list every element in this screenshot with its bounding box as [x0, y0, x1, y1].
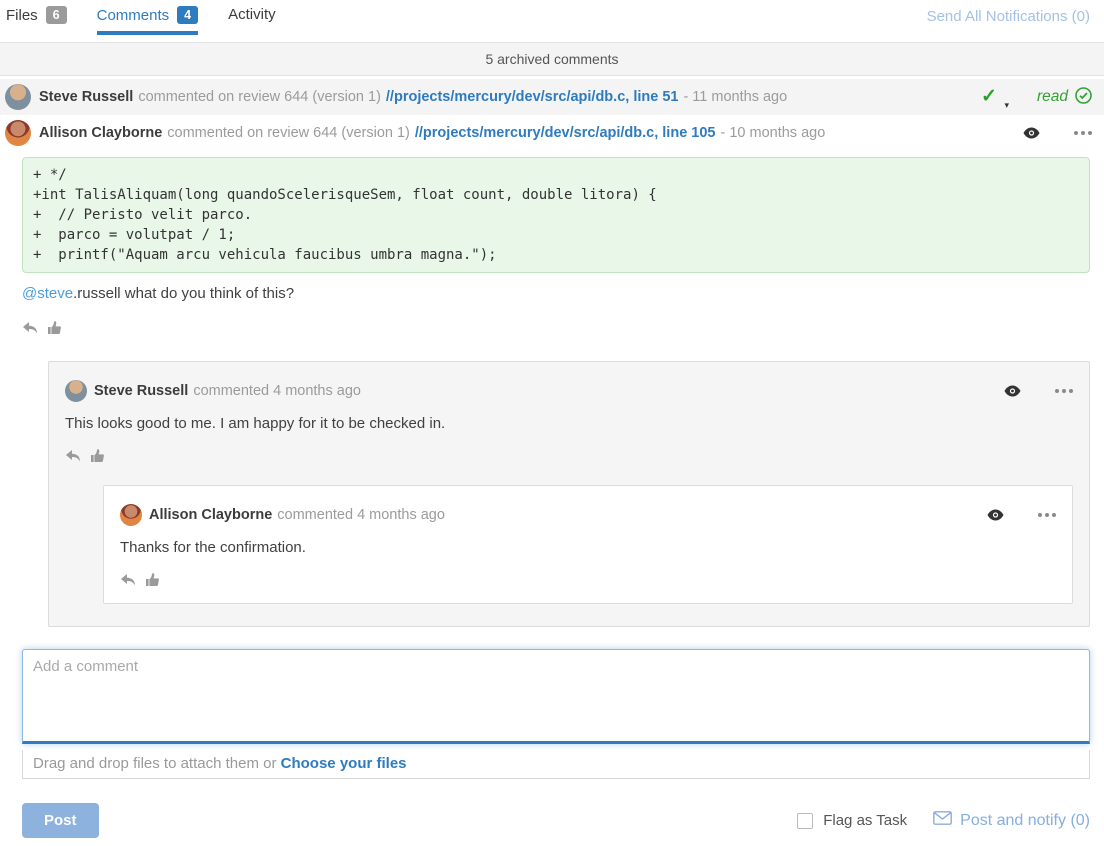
file-dropzone[interactable]: Drag and drop files to attach them or Ch…: [22, 750, 1090, 779]
reply-actions: [65, 448, 1073, 463]
reply-thread: Steve Russell commented 4 months ago Thi…: [48, 361, 1090, 627]
chevron-down-icon: ▾: [1004, 100, 1009, 111]
more-actions-button[interactable]: [1074, 127, 1092, 139]
tab-comments-label: Comments: [97, 7, 170, 24]
envelope-icon: [933, 811, 952, 830]
file-link[interactable]: //projects/mercury/dev/src/api/db.c, lin…: [386, 89, 679, 105]
tab-activity-label: Activity: [228, 6, 276, 23]
code-line: + printf("Aquam arcu vehicula faucibus u…: [33, 245, 1079, 265]
archived-comments-toggle[interactable]: 5 archived comments: [0, 42, 1104, 76]
review-tabs: Files 6 Comments 4 Activity Send All Not…: [0, 0, 1104, 36]
comment-actions: [22, 320, 1104, 335]
check-icon: ✓: [981, 86, 997, 107]
code-context-block: + */ +int TalisAliquam(long quandoSceler…: [22, 157, 1090, 273]
tab-files[interactable]: Files 6: [6, 6, 67, 31]
avatar[interactable]: [120, 504, 142, 526]
like-icon[interactable]: [145, 572, 160, 587]
comment-age: - 11 months ago: [683, 89, 787, 105]
reply-header: Steve Russell commented 4 months ago: [65, 380, 1073, 402]
like-icon[interactable]: [90, 448, 105, 463]
comment-body-text: .russell what do you think of this?: [73, 285, 294, 302]
file-link[interactable]: //projects/mercury/dev/src/api/db.c, lin…: [415, 125, 716, 141]
code-line: + parco = volutpat / 1;: [33, 225, 1079, 245]
choose-files-link[interactable]: Choose your files: [281, 755, 407, 772]
avatar[interactable]: [5, 84, 31, 110]
reply-meta: commented 4 months ago: [193, 383, 361, 399]
comment-body: @steve.russell what do you think of this…: [22, 285, 1090, 302]
dropzone-text: Drag and drop files to attach them or: [33, 755, 281, 772]
post-button[interactable]: Post: [22, 803, 99, 838]
tab-activity[interactable]: Activity: [228, 6, 276, 30]
composer-footer: Post Flag as Task Post and notify (0): [22, 803, 1090, 838]
tab-comments[interactable]: Comments 4: [97, 6, 198, 35]
avatar[interactable]: [65, 380, 87, 402]
reply-author: Steve Russell: [94, 383, 188, 399]
read-label: read: [1037, 88, 1068, 106]
comment-author: Allison Clayborne: [39, 125, 162, 141]
reply-icon[interactable]: [65, 449, 81, 463]
read-toggle[interactable]: read: [1037, 87, 1092, 108]
files-count-badge: 6: [46, 6, 67, 24]
read-check-icon: [1075, 87, 1092, 108]
send-all-notifications-link[interactable]: Send All Notifications (0): [927, 6, 1090, 25]
comments-count-badge: 4: [177, 6, 198, 24]
reply-icon[interactable]: [22, 321, 38, 335]
task-state-button[interactable]: ✓ ▾: [981, 86, 1003, 108]
comment-action-text: commented on review 644 (version 1): [167, 125, 410, 141]
eye-icon[interactable]: [987, 509, 1004, 521]
code-line: + */: [33, 165, 1079, 185]
comment-age: - 10 months ago: [720, 125, 825, 141]
flag-as-task-checkbox[interactable]: [797, 813, 813, 829]
more-actions-button[interactable]: [1055, 385, 1073, 397]
eye-icon[interactable]: [1004, 385, 1021, 397]
like-icon[interactable]: [47, 320, 62, 335]
user-mention-link[interactable]: @steve: [22, 285, 73, 302]
reply-actions: [120, 572, 1056, 587]
avatar[interactable]: [5, 120, 31, 146]
post-and-notify-label: Post and notify (0): [960, 812, 1090, 830]
comment-action-text: commented on review 644 (version 1): [138, 89, 381, 105]
code-line: +int TalisAliquam(long quandoScelerisque…: [33, 185, 1079, 205]
comment-author: Steve Russell: [39, 89, 133, 105]
comment-header-row: Allison Clayborne commented on review 64…: [0, 115, 1104, 151]
more-actions-button[interactable]: [1038, 509, 1056, 521]
reply-header: Allison Clayborne commented 4 months ago: [120, 504, 1056, 526]
code-line: + // Peristo velit parco.: [33, 205, 1079, 225]
flag-as-task-label: Flag as Task: [823, 812, 907, 829]
comment-composer: Drag and drop files to attach them or Ch…: [22, 649, 1090, 779]
reply-author: Allison Clayborne: [149, 507, 272, 523]
post-and-notify-link[interactable]: Post and notify (0): [933, 811, 1090, 830]
reply-icon[interactable]: [120, 573, 136, 587]
archived-comment-row: Steve Russell commented on review 644 (v…: [0, 79, 1104, 115]
reply-meta: commented 4 months ago: [277, 507, 445, 523]
reply-body: Thanks for the confirmation.: [120, 539, 1056, 556]
add-comment-input[interactable]: [22, 649, 1090, 744]
tab-files-label: Files: [6, 7, 38, 24]
eye-icon[interactable]: [1023, 127, 1040, 139]
reply-body: This looks good to me. I am happy for it…: [65, 415, 1073, 432]
reply-thread-nested: Allison Clayborne commented 4 months ago…: [103, 485, 1073, 604]
